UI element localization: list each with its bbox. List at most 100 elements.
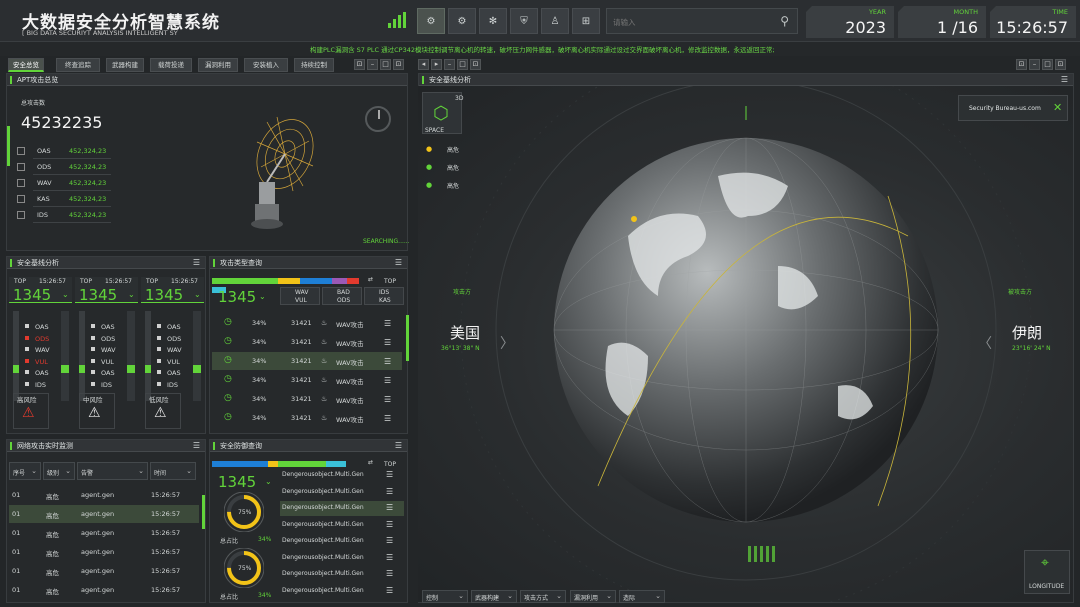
chevron-down-icon[interactable]: ⌄	[186, 467, 192, 475]
longitude-button[interactable]: ⌖ LONGITUDE	[1024, 550, 1070, 594]
table-row[interactable]: 01 高危 agent.gen 15:26:57	[9, 562, 199, 580]
swap-icon[interactable]: ⇄	[368, 459, 373, 466]
menu-icon[interactable]: ☰	[395, 258, 402, 267]
list-icon[interactable]: ☰	[384, 376, 391, 385]
lock-icon[interactable]: ⊡	[1055, 59, 1066, 70]
attack-row[interactable]: ◷ 34% 31421 ♨ WAV攻击 ☰	[212, 352, 402, 370]
swap-icon[interactable]: ⇄	[368, 276, 373, 283]
tab-trace[interactable]: 终查追踪	[56, 58, 100, 72]
lock-icon[interactable]: ⊡	[470, 59, 481, 70]
chevron-down-icon[interactable]: ⌄	[128, 290, 135, 299]
lock-icon[interactable]: ⊡	[393, 59, 404, 70]
filter-select[interactable]: 漏洞利用 ⌄	[570, 590, 616, 603]
chevron-down-icon[interactable]: ⌄	[655, 592, 661, 600]
filter-select[interactable]: 武器构建 ⌄	[471, 590, 517, 603]
list-icon[interactable]: ☰	[384, 319, 391, 328]
menu-icon[interactable]: ☰	[395, 441, 402, 450]
minimize-icon[interactable]: –	[1029, 59, 1040, 70]
baseline-card[interactable]: TOP 15:26:57 1345 ⌄	[9, 277, 72, 304]
search-box[interactable]: ⚲	[606, 8, 798, 34]
defense-row[interactable]: Dengerousobject.Multi.Gen ☰	[280, 567, 404, 582]
filter-select[interactable]: 攻击方式 ⌄	[520, 590, 566, 603]
lock-icon[interactable]: ⊡	[354, 59, 365, 70]
defense-row[interactable]: Dengerousobject.Multi.Gen ☰	[280, 501, 404, 516]
column-header[interactable]: 级别 ⌄	[43, 462, 75, 480]
table-row[interactable]: 01 高危 agent.gen 15:26:57	[9, 524, 199, 542]
minimize-icon[interactable]: –	[444, 59, 455, 70]
chevron-down-icon[interactable]: ⌄	[62, 290, 69, 299]
list-icon[interactable]: ☰	[386, 569, 393, 578]
list-icon[interactable]: ☰	[384, 414, 391, 423]
list-icon[interactable]: ☰	[386, 536, 393, 545]
arrow-right-icon[interactable]: ▸	[431, 59, 442, 70]
menu-icon[interactable]: ☰	[193, 258, 200, 267]
column-header[interactable]: 序号 ⌄	[9, 462, 41, 480]
list-icon[interactable]: ☰	[386, 470, 393, 479]
maximize-icon[interactable]: □	[1042, 59, 1053, 70]
baseline-card[interactable]: TOP 15:26:57 1345 ⌄	[141, 277, 204, 304]
chevron-down-icon[interactable]: ⌄	[507, 592, 513, 600]
list-icon[interactable]: ☰	[384, 395, 391, 404]
chevron-right-icon[interactable]: 〉	[500, 333, 514, 353]
chevron-down-icon[interactable]: ⌄	[138, 467, 144, 475]
grid-icon[interactable]: ⊞	[572, 8, 600, 34]
maximize-icon[interactable]: □	[380, 59, 391, 70]
arrow-left-icon[interactable]: ◂	[418, 59, 429, 70]
list-icon[interactable]: ☰	[386, 503, 393, 512]
search-input[interactable]	[613, 15, 773, 29]
shield-icon[interactable]: ⛨	[510, 8, 538, 34]
defense-row[interactable]: Dengerousobject.Multi.Gen ☰	[280, 584, 404, 599]
tab-delivery[interactable]: 载荷投递	[150, 58, 192, 72]
chevron-down-icon[interactable]: ⌄	[556, 592, 562, 600]
column-header[interactable]: 告警 ⌄	[77, 462, 148, 480]
chevron-down-icon[interactable]: ⌄	[259, 292, 266, 301]
attack-row[interactable]: ◷ 34% 31421 ♨ WAV攻击 ☰	[212, 314, 402, 332]
list-icon[interactable]: ☰	[386, 586, 393, 595]
space-3d-widget[interactable]: 3D ⬡ SPACE	[422, 92, 463, 134]
table-row[interactable]: 01 高危 agent.gen 15:26:57	[9, 486, 199, 504]
maximize-icon[interactable]: □	[457, 59, 468, 70]
gear-icon[interactable]: ⚙	[417, 8, 445, 34]
list-icon[interactable]: ☰	[384, 338, 391, 347]
menu-icon[interactable]: ☰	[1061, 75, 1068, 84]
attack-tag[interactable]: IDS KAS	[364, 287, 404, 305]
defense-row[interactable]: Dengerousobject.Multi.Gen ☰	[280, 518, 404, 533]
tab-exploit[interactable]: 漏洞利用	[198, 58, 238, 72]
column-header[interactable]: 时间 ⌄	[150, 462, 196, 480]
attack-row[interactable]: ◷ 34% 31421 ♨ WAV攻击 ☰	[212, 333, 402, 351]
chevron-down-icon[interactable]: ⌄	[31, 467, 37, 475]
filter-select[interactable]: 造际 ⌄	[619, 590, 665, 603]
tab-weapon[interactable]: 武器构建	[106, 58, 144, 72]
chevron-left-icon[interactable]: 〈	[978, 333, 992, 353]
attack-row[interactable]: ◷ 34% 31421 ♨ WAV攻击 ☰	[212, 390, 402, 408]
attack-tag[interactable]: BAD ODS	[322, 287, 362, 305]
baseline-card[interactable]: TOP 15:26:57 1345 ⌄	[75, 277, 138, 304]
list-icon[interactable]: ☰	[386, 520, 393, 529]
table-row[interactable]: 01 高危 agent.gen 15:26:57	[9, 543, 199, 561]
tab-install[interactable]: 安装植入	[244, 58, 288, 72]
list-icon[interactable]: ☰	[386, 553, 393, 562]
close-icon[interactable]: ✕	[1053, 101, 1062, 114]
chevron-down-icon[interactable]: ⌄	[194, 290, 201, 299]
chevron-down-icon[interactable]: ⌄	[606, 592, 612, 600]
filter-select[interactable]: 控制 ⌄	[422, 590, 468, 603]
list-icon[interactable]: ☰	[386, 487, 393, 496]
menu-icon[interactable]: ☰	[193, 441, 200, 450]
defense-row[interactable]: Dengerousobject.Multi.Gen ☰	[280, 534, 404, 549]
defense-row[interactable]: Dengerousobject.Multi.Gen ☰	[280, 485, 404, 500]
tab-control[interactable]: 持续控制	[294, 58, 334, 72]
defense-row[interactable]: Dengerousobject.Multi.Gen ☰	[280, 551, 404, 566]
gear-icon[interactable]: ✻	[479, 8, 507, 34]
chevron-down-icon[interactable]: ⌄	[65, 467, 71, 475]
chevron-down-icon[interactable]: ⌄	[458, 592, 464, 600]
lock-icon[interactable]: ⊡	[1016, 59, 1027, 70]
user-icon[interactable]: ♙	[541, 8, 569, 34]
chevron-down-icon[interactable]: ⌄	[265, 477, 272, 486]
search-icon[interactable]: ⚲	[780, 14, 789, 28]
attack-row[interactable]: ◷ 34% 31421 ♨ WAV攻击 ☰	[212, 409, 402, 427]
attack-row[interactable]: ◷ 34% 31421 ♨ WAV攻击 ☰	[212, 371, 402, 389]
tab-overview[interactable]: 安全总览	[8, 58, 44, 72]
table-row[interactable]: 01 高危 agent.gen 15:26:57	[9, 505, 199, 523]
attack-tag[interactable]: WAV VUL	[280, 287, 320, 305]
minimize-icon[interactable]: –	[367, 59, 378, 70]
